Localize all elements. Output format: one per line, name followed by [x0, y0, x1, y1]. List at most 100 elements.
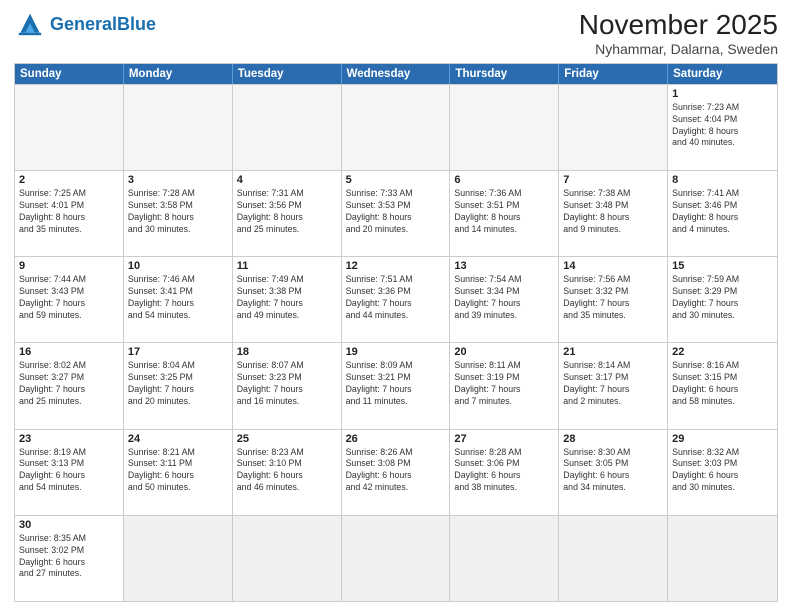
weekday-header-tuesday: Tuesday — [233, 64, 342, 84]
weekday-header-thursday: Thursday — [450, 64, 559, 84]
day-cell-24: 24 Sunrise: 8:21 AM Sunset: 3:11 PM Dayli… — [124, 430, 233, 515]
weekday-header-monday: Monday — [124, 64, 233, 84]
day-info: Sunrise: 7:36 AM Sunset: 3:51 PM Dayligh… — [454, 188, 554, 236]
calendar-row-5: 30 Sunrise: 8:35 AM Sunset: 3:02 PM Dayli… — [15, 515, 777, 601]
day-number: 11 — [237, 260, 337, 272]
day-cell-29: 29 Sunrise: 8:32 AM Sunset: 3:03 PM Dayli… — [668, 430, 777, 515]
day-info: Sunrise: 7:23 AM Sunset: 4:04 PM Dayligh… — [672, 102, 773, 150]
day-number: 15 — [672, 260, 773, 272]
weekday-header-sunday: Sunday — [15, 64, 124, 84]
day-info: Sunrise: 7:54 AM Sunset: 3:34 PM Dayligh… — [454, 274, 554, 322]
day-number: 25 — [237, 433, 337, 445]
day-number: 9 — [19, 260, 119, 272]
calendar-header: SundayMondayTuesdayWednesdayThursdayFrid… — [15, 64, 777, 84]
day-cell-20: 20 Sunrise: 8:11 AM Sunset: 3:19 PM Dayli… — [450, 343, 559, 428]
day-cell-14: 14Sunrise: 7:56 AM Sunset: 3:32 PM Dayli… — [559, 257, 668, 342]
day-cell-6: 6 Sunrise: 7:36 AM Sunset: 3:51 PM Daylig… — [450, 171, 559, 256]
day-number: 17 — [128, 346, 228, 358]
day-cell-12: 12Sunrise: 7:51 AM Sunset: 3:36 PM Dayli… — [342, 257, 451, 342]
day-info: Sunrise: 8:35 AM Sunset: 3:02 PM Dayligh… — [19, 533, 119, 581]
day-number: 14 — [563, 260, 663, 272]
logo-general: General — [50, 14, 117, 34]
day-cell-30: 30 Sunrise: 8:35 AM Sunset: 3:02 PM Dayli… — [15, 516, 124, 601]
day-cell-26: 26Sunrise: 8:26 AM Sunset: 3:08 PM Dayli… — [342, 430, 451, 515]
day-number: 13 — [454, 260, 554, 272]
day-info: Sunrise: 8:26 AM Sunset: 3:08 PM Dayligh… — [346, 447, 446, 495]
page: GeneralBlue November 2025 Nyhammar, Dala… — [0, 0, 792, 612]
location: Nyhammar, Dalarna, Sweden — [579, 41, 778, 57]
day-info: Sunrise: 8:32 AM Sunset: 3:03 PM Dayligh… — [672, 447, 773, 495]
day-cell-empty-0-1 — [124, 85, 233, 170]
day-info: Sunrise: 8:16 AM Sunset: 3:15 PM Dayligh… — [672, 360, 773, 408]
day-cell-22: 22 Sunrise: 8:16 AM Sunset: 3:15 PM Dayli… — [668, 343, 777, 428]
day-info: Sunrise: 8:02 AM Sunset: 3:27 PM Dayligh… — [19, 360, 119, 408]
day-cell-7: 7Sunrise: 7:38 AM Sunset: 3:48 PM Daylig… — [559, 171, 668, 256]
day-cell-23: 23Sunrise: 8:19 AM Sunset: 3:13 PM Dayli… — [15, 430, 124, 515]
day-number: 4 — [237, 174, 337, 186]
day-cell-3: 3 Sunrise: 7:28 AM Sunset: 3:58 PM Daylig… — [124, 171, 233, 256]
day-cell-empty-5-3 — [342, 516, 451, 601]
day-cell-10: 10Sunrise: 7:46 AM Sunset: 3:41 PM Dayli… — [124, 257, 233, 342]
day-number: 24 — [128, 433, 228, 445]
calendar-body: 1 Sunrise: 7:23 AM Sunset: 4:04 PM Daylig… — [15, 84, 777, 601]
day-cell-15: 15 Sunrise: 7:59 AM Sunset: 3:29 PM Dayli… — [668, 257, 777, 342]
day-number: 3 — [128, 174, 228, 186]
day-number: 1 — [672, 88, 773, 100]
calendar: SundayMondayTuesdayWednesdayThursdayFrid… — [14, 63, 778, 602]
day-cell-21: 21 Sunrise: 8:14 AM Sunset: 3:17 PM Dayli… — [559, 343, 668, 428]
day-cell-27: 27Sunrise: 8:28 AM Sunset: 3:06 PM Dayli… — [450, 430, 559, 515]
logo-icon — [14, 10, 46, 38]
day-cell-2: 2 Sunrise: 7:25 AM Sunset: 4:01 PM Daylig… — [15, 171, 124, 256]
day-cell-empty-5-5 — [559, 516, 668, 601]
day-info: Sunrise: 7:49 AM Sunset: 3:38 PM Dayligh… — [237, 274, 337, 322]
day-info: Sunrise: 8:30 AM Sunset: 3:05 PM Dayligh… — [563, 447, 663, 495]
day-info: Sunrise: 8:14 AM Sunset: 3:17 PM Dayligh… — [563, 360, 663, 408]
day-cell-13: 13 Sunrise: 7:54 AM Sunset: 3:34 PM Dayli… — [450, 257, 559, 342]
day-cell-25: 25 Sunrise: 8:23 AM Sunset: 3:10 PM Dayli… — [233, 430, 342, 515]
day-info: Sunrise: 8:11 AM Sunset: 3:19 PM Dayligh… — [454, 360, 554, 408]
weekday-header-saturday: Saturday — [668, 64, 777, 84]
day-number: 21 — [563, 346, 663, 358]
day-number: 5 — [346, 174, 446, 186]
day-info: Sunrise: 8:07 AM Sunset: 3:23 PM Dayligh… — [237, 360, 337, 408]
header: GeneralBlue November 2025 Nyhammar, Dala… — [14, 10, 778, 57]
logo-blue: Blue — [117, 14, 156, 34]
day-info: Sunrise: 7:59 AM Sunset: 3:29 PM Dayligh… — [672, 274, 773, 322]
day-number: 30 — [19, 519, 119, 531]
day-number: 7 — [563, 174, 663, 186]
day-cell-empty-5-2 — [233, 516, 342, 601]
day-number: 20 — [454, 346, 554, 358]
day-info: Sunrise: 7:33 AM Sunset: 3:53 PM Dayligh… — [346, 188, 446, 236]
day-number: 2 — [19, 174, 119, 186]
day-number: 22 — [672, 346, 773, 358]
day-info: Sunrise: 8:09 AM Sunset: 3:21 PM Dayligh… — [346, 360, 446, 408]
day-info: Sunrise: 8:23 AM Sunset: 3:10 PM Dayligh… — [237, 447, 337, 495]
weekday-header-wednesday: Wednesday — [342, 64, 451, 84]
day-info: Sunrise: 7:41 AM Sunset: 3:46 PM Dayligh… — [672, 188, 773, 236]
day-cell-5: 5 Sunrise: 7:33 AM Sunset: 3:53 PM Daylig… — [342, 171, 451, 256]
day-cell-empty-0-3 — [342, 85, 451, 170]
day-cell-empty-5-4 — [450, 516, 559, 601]
calendar-row-2: 9Sunrise: 7:44 AM Sunset: 3:43 PM Daylig… — [15, 256, 777, 342]
day-info: Sunrise: 7:25 AM Sunset: 4:01 PM Dayligh… — [19, 188, 119, 236]
day-info: Sunrise: 8:21 AM Sunset: 3:11 PM Dayligh… — [128, 447, 228, 495]
day-number: 18 — [237, 346, 337, 358]
day-cell-28: 28Sunrise: 8:30 AM Sunset: 3:05 PM Dayli… — [559, 430, 668, 515]
calendar-row-0: 1 Sunrise: 7:23 AM Sunset: 4:04 PM Daylig… — [15, 84, 777, 170]
day-cell-1: 1 Sunrise: 7:23 AM Sunset: 4:04 PM Daylig… — [668, 85, 777, 170]
day-number: 6 — [454, 174, 554, 186]
day-info: Sunrise: 7:31 AM Sunset: 3:56 PM Dayligh… — [237, 188, 337, 236]
day-number: 8 — [672, 174, 773, 186]
day-number: 29 — [672, 433, 773, 445]
day-info: Sunrise: 8:04 AM Sunset: 3:25 PM Dayligh… — [128, 360, 228, 408]
day-info: Sunrise: 7:28 AM Sunset: 3:58 PM Dayligh… — [128, 188, 228, 236]
day-cell-9: 9Sunrise: 7:44 AM Sunset: 3:43 PM Daylig… — [15, 257, 124, 342]
day-info: Sunrise: 8:19 AM Sunset: 3:13 PM Dayligh… — [19, 447, 119, 495]
day-cell-4: 4 Sunrise: 7:31 AM Sunset: 3:56 PM Daylig… — [233, 171, 342, 256]
day-cell-8: 8 Sunrise: 7:41 AM Sunset: 3:46 PM Daylig… — [668, 171, 777, 256]
logo: GeneralBlue — [14, 10, 156, 38]
calendar-row-1: 2 Sunrise: 7:25 AM Sunset: 4:01 PM Daylig… — [15, 170, 777, 256]
day-info: Sunrise: 7:51 AM Sunset: 3:36 PM Dayligh… — [346, 274, 446, 322]
day-cell-11: 11 Sunrise: 7:49 AM Sunset: 3:38 PM Dayli… — [233, 257, 342, 342]
day-cell-18: 18 Sunrise: 8:07 AM Sunset: 3:23 PM Dayli… — [233, 343, 342, 428]
